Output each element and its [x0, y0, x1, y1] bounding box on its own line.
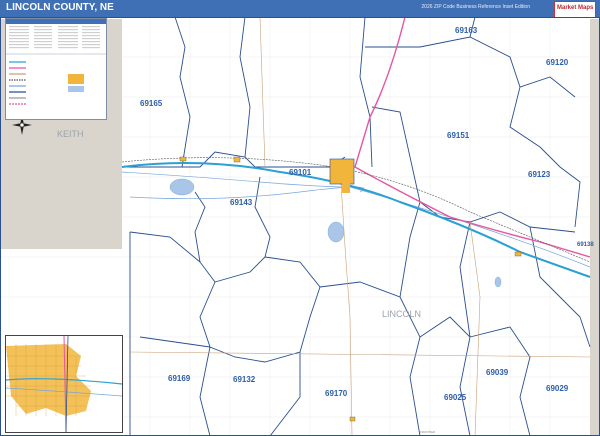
zip-label: 69143: [230, 198, 253, 207]
area-label-lincoln: LINCOLN: [382, 309, 421, 319]
zip-label: 69165: [140, 99, 163, 108]
logo-text: Market Maps: [557, 5, 594, 11]
city-extension: [342, 183, 350, 193]
zip-label: 69120: [546, 58, 569, 67]
area-label-frontier: FRONTIER: [420, 430, 436, 434]
zip-label: 69039: [486, 368, 509, 377]
inset-graphic: [6, 336, 122, 432]
legend-graphic: [6, 26, 106, 105]
map-frame: LINCOLN COUNTY, NE 2026 ZIP Code Busines…: [0, 0, 600, 436]
map-title: LINCOLN COUNTY, NE: [6, 2, 114, 13]
zip-label: 69138: [577, 242, 594, 248]
title-bar: LINCOLN COUNTY, NE 2026 ZIP Code Busines…: [0, 0, 600, 18]
legend-panel: [5, 18, 107, 120]
east-strip: [575, 17, 590, 232]
zip-label: 69025: [444, 393, 467, 402]
zip-label: 69029: [546, 384, 569, 393]
legend-city-swatch: [68, 74, 84, 84]
zip-label: 69151: [447, 131, 470, 140]
zip-label: 69169: [168, 374, 191, 383]
zip-label: 69170: [325, 389, 348, 398]
zip-label: 69123: [528, 170, 551, 179]
zip-label: 69132: [233, 375, 256, 384]
zip-label: 69101: [289, 168, 312, 177]
legend-symbols: [9, 61, 26, 105]
area-label-keith: KEITH: [57, 129, 84, 139]
legend-water-swatch: [68, 86, 84, 92]
zip-label: 69163: [455, 26, 478, 35]
city-north-platte: [329, 158, 355, 185]
county-area: [122, 17, 590, 436]
legend-text-lines: [9, 26, 100, 49]
edition-note: 2026 ZIP Code Business Reference Inset E…: [421, 4, 530, 10]
inset-map: [5, 335, 123, 433]
publisher-logo: Market Maps: [554, 1, 596, 18]
